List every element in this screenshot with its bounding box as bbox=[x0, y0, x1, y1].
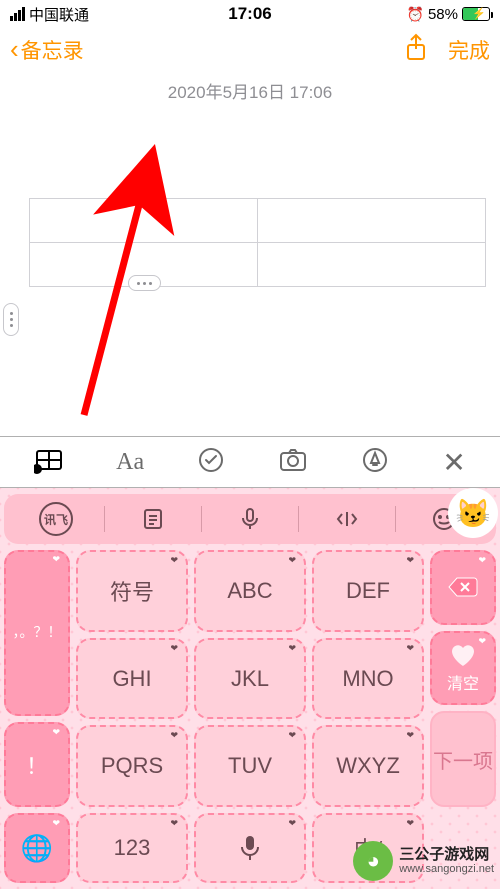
dismiss-keyboard-button[interactable]: ✕ bbox=[442, 446, 465, 479]
chevron-left-icon: ‹ bbox=[10, 36, 19, 62]
annotation-arrow bbox=[54, 195, 174, 430]
keyboard-mascot-icon[interactable]: 😼 bbox=[448, 488, 498, 538]
share-button[interactable] bbox=[404, 33, 428, 67]
key-ghi[interactable]: GHI bbox=[76, 638, 188, 720]
cursor-mode-button[interactable] bbox=[301, 506, 393, 532]
table-row-handle[interactable] bbox=[3, 303, 19, 336]
exclaim-key[interactable]: ！ bbox=[4, 722, 70, 807]
editor-toolbar: ⋯ Aa ✕ bbox=[0, 436, 500, 488]
ime-logo-button[interactable]: 讯飞 bbox=[10, 502, 102, 536]
watermark-domain: www.sangongzi.net bbox=[399, 863, 494, 876]
clear-key[interactable]: 清空 bbox=[430, 631, 496, 706]
key-def[interactable]: DEF bbox=[312, 550, 424, 632]
next-key[interactable]: 下一项 bbox=[430, 711, 496, 807]
done-button[interactable]: 完成 bbox=[448, 35, 490, 65]
key-tuv[interactable]: TUV bbox=[194, 725, 306, 807]
watermark: ◕ 三公子游戏网 www.sangongzi.net bbox=[353, 841, 494, 881]
table-tool-button[interactable]: ⋯ bbox=[34, 445, 64, 480]
note-timestamp: 2020年5月16日 17:06 bbox=[0, 78, 500, 103]
status-bar: 中国联通 17:06 ⏰ 58% ⚡ bbox=[0, 0, 500, 28]
status-time: 17:06 bbox=[0, 4, 500, 24]
clipboard-button[interactable] bbox=[107, 506, 199, 532]
globe-key[interactable]: 🌐 bbox=[4, 813, 70, 883]
nav-bar: ‹ 备忘录 完成 bbox=[0, 28, 500, 72]
watermark-title: 三公子游戏网 bbox=[399, 846, 494, 863]
space-mic-key[interactable] bbox=[194, 813, 306, 883]
text-style-button[interactable]: Aa bbox=[116, 449, 144, 476]
camera-button[interactable] bbox=[278, 445, 308, 480]
key-symbols[interactable]: 符号 bbox=[76, 550, 188, 632]
svg-text:⋯: ⋯ bbox=[34, 467, 41, 474]
markup-button[interactable] bbox=[360, 445, 390, 480]
back-button[interactable]: ‹ 备忘录 bbox=[10, 35, 84, 65]
key-pqrs[interactable]: PQRS bbox=[76, 725, 188, 807]
delete-key[interactable] bbox=[430, 550, 496, 625]
checklist-button[interactable] bbox=[196, 445, 226, 480]
ime-keyboard: 讯飞 😼 ，。？！ ！ 符号 ABC DEF GHI JKL bbox=[0, 488, 500, 889]
voice-input-button[interactable] bbox=[204, 506, 296, 532]
key-abc[interactable]: ABC bbox=[194, 550, 306, 632]
watermark-logo-icon: ◕ bbox=[353, 841, 393, 881]
key-jkl[interactable]: JKL bbox=[194, 638, 306, 720]
back-label: 备忘录 bbox=[21, 35, 84, 65]
keyboard-suggestion-bar: 讯飞 😼 bbox=[4, 494, 496, 544]
key-123[interactable]: 123 bbox=[76, 813, 188, 883]
key-wxyz[interactable]: WXYZ bbox=[312, 725, 424, 807]
punctuation-key[interactable]: ，。？！ bbox=[4, 550, 70, 716]
key-mno[interactable]: MNO bbox=[312, 638, 424, 720]
battery-icon: ⚡ bbox=[462, 7, 490, 21]
